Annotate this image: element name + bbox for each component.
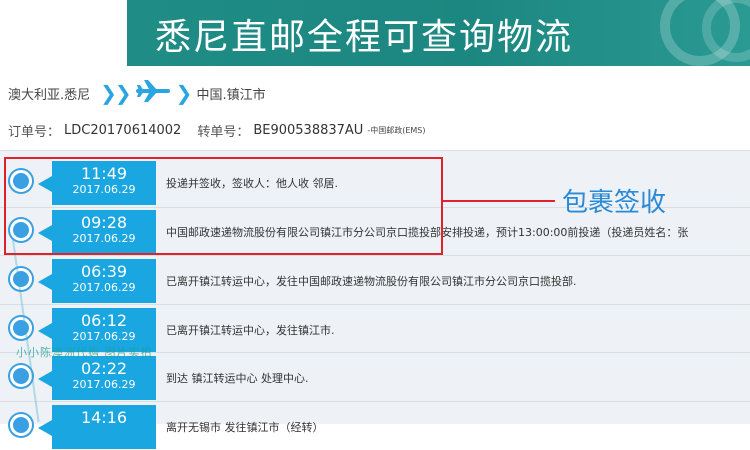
- order-number: LDC20170614002: [64, 122, 182, 138]
- timeline-dot-icon: [10, 268, 32, 290]
- route-origin: 澳大利亚.悉尼: [8, 87, 91, 103]
- chevron-right-icon: ❯: [175, 81, 193, 105]
- shipping-route: 澳大利亚.悉尼 ❯ ❯ ❯ 中国.镇江市: [0, 76, 325, 110]
- timeline-dot-icon: [10, 414, 32, 436]
- timeline-dot-icon: [10, 365, 32, 387]
- order-info: 订单号： LDC20170614002 转单号： BE900538837AU -…: [0, 118, 465, 142]
- entry-description: 离开无锡市 发往镇江市（经转）: [166, 421, 324, 434]
- entry-time: 14:16: [80, 408, 128, 427]
- highlight-box: [4, 157, 443, 255]
- watermark-text: 小小陈澳洲代购 图片实拍: [16, 346, 153, 359]
- highlight-connector: [443, 200, 555, 202]
- timestamp-badge: 02:22 2017.06.29: [38, 356, 156, 400]
- divider: [0, 150, 750, 151]
- order-number-label: 订单号：: [8, 124, 61, 140]
- timeline-entry: 06:39 2017.06.29 已离开镇江转运中心，发往中国邮政速递物流股份有…: [0, 256, 750, 304]
- timeline-entry: 14:16 离开无锡市 发往镇江市（经转）: [0, 402, 750, 450]
- highlight-label: 包裹签收: [562, 188, 667, 218]
- transfer-number: BE900538837AU: [253, 122, 364, 138]
- entry-time: 06:12: [80, 311, 128, 330]
- transfer-number-label: 转单号：: [197, 124, 250, 140]
- entry-time: 06:39: [80, 262, 128, 281]
- banner-title: 悉尼直邮全程可查询物流: [155, 17, 574, 58]
- entry-description: 已离开镇江转运中心，发往镇江市.: [166, 324, 335, 337]
- route-destination: 中国.镇江市: [196, 87, 266, 103]
- timeline-entry: 02:22 2017.06.29 到达 镇江转运中心 处理中心.: [0, 353, 750, 401]
- airplane-icon: [135, 78, 170, 108]
- timeline-dot-icon: [10, 317, 32, 339]
- entry-date: 2017.06.29: [72, 330, 136, 343]
- entry-date: 2017.06.29: [72, 281, 136, 294]
- timestamp-badge: 06:39 2017.06.29: [38, 259, 156, 303]
- entry-description: 已离开镇江转运中心，发往中国邮政速递物流股份有限公司镇江市分公司京口揽投部.: [166, 275, 577, 288]
- header-banner: 悉尼直邮全程可查询物流: [127, 0, 750, 66]
- chevron-right-icon: ❯: [114, 81, 132, 105]
- route-arrows: ❯ ❯ ❯: [100, 78, 193, 108]
- carrier-name: -中国邮政(EMS): [367, 125, 426, 135]
- timestamp-badge: 14:16: [38, 405, 156, 449]
- entry-time: 02:22: [80, 359, 128, 378]
- entry-description: 到达 镇江转运中心 处理中心.: [166, 372, 309, 385]
- entry-date: 2017.06.29: [72, 378, 136, 391]
